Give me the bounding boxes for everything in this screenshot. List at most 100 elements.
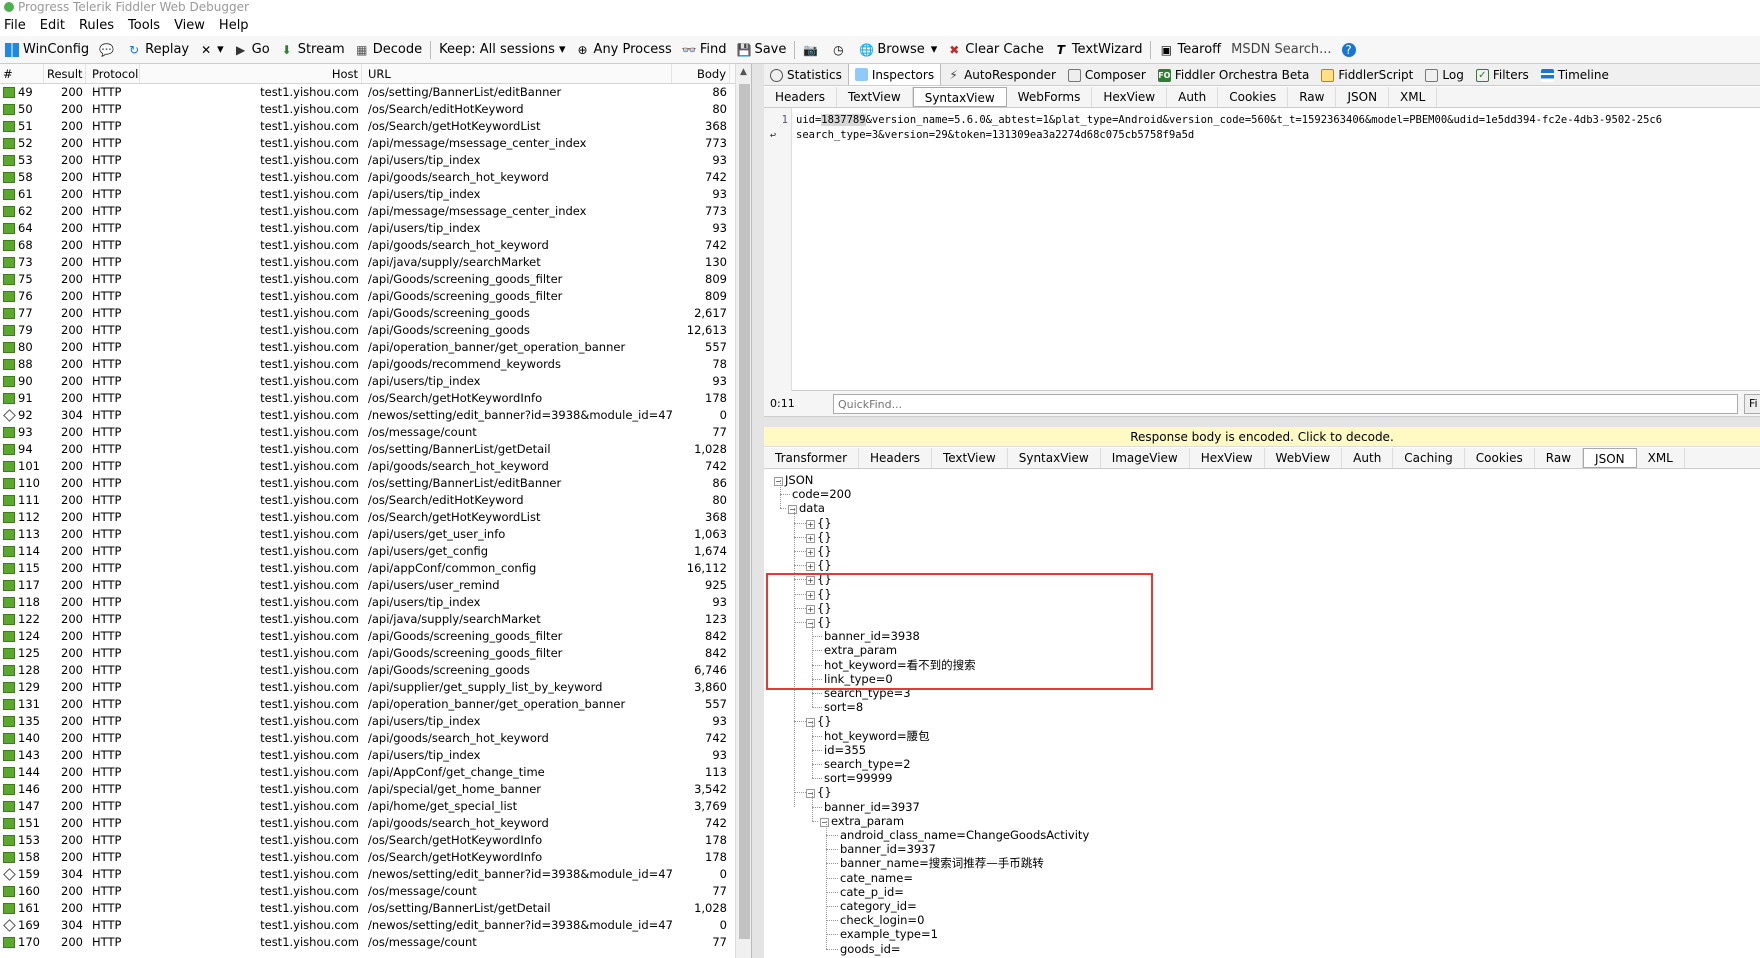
resp-tab-imageview[interactable]: ImageView — [1101, 448, 1190, 468]
collapse-toggle-icon[interactable]: − — [774, 477, 783, 486]
session-row[interactable]: 159 304 HTTP test1.yishou.com/newos/setting… — [0, 866, 751, 883]
resp-tab-cookies[interactable]: Cookies — [1465, 448, 1535, 468]
req-tab-headers[interactable]: Headers — [764, 87, 837, 107]
collapse-toggle-icon[interactable]: − — [820, 817, 829, 827]
session-row[interactable]: 153 200 HTTP test1.yishou.com/os/Search/get… — [0, 832, 751, 849]
sessions-scrollbar[interactable]: ▲ — [735, 64, 751, 958]
session-row[interactable]: 129 200 HTTP test1.yishou.com/api/supplier/… — [0, 679, 751, 696]
resp-tab-raw[interactable]: Raw — [1535, 448, 1584, 468]
session-row[interactable]: 110 200 HTTP test1.yishou.com/os/setting/Ba… — [0, 475, 751, 492]
session-row[interactable]: 114 200 HTTP test1.yishou.com/api/users/get… — [0, 543, 751, 560]
tab-statistics[interactable]: Statistics — [764, 65, 848, 85]
expand-toggle-icon[interactable]: + — [806, 576, 815, 586]
tearoff-button[interactable]: ▣ Tearoff — [1154, 38, 1226, 62]
collapse-toggle-icon[interactable]: − — [788, 505, 797, 515]
browse-button[interactable]: 🌐 Browse ▾ — [854, 38, 942, 62]
session-row[interactable]: 112 200 HTTP test1.yishou.com/os/Search/get… — [0, 509, 751, 526]
session-row[interactable]: 140 200 HTTP test1.yishou.com/api/goods/sea… — [0, 730, 751, 747]
session-row[interactable]: 73 200 HTTP test1.yishou.com/api/java/suppl… — [0, 254, 751, 271]
tab-log[interactable]: Log — [1419, 65, 1469, 85]
session-row[interactable]: 61 200 HTTP test1.yishou.com/api/users/tip_… — [0, 186, 751, 203]
session-row[interactable]: 92 304 HTTP test1.yishou.com/newos/setting/… — [0, 407, 751, 424]
session-row[interactable]: 161 200 HTTP test1.yishou.com/os/setting/Ba… — [0, 900, 751, 917]
column-result[interactable]: Result — [44, 64, 86, 83]
scrollbar-thumb[interactable] — [739, 84, 750, 939]
remove-button[interactable]: ✕ ▾ — [194, 38, 229, 62]
resp-tab-json[interactable]: JSON — [1583, 448, 1637, 468]
column-url[interactable]: URL — [362, 64, 672, 83]
resp-tab-caching[interactable]: Caching — [1393, 448, 1465, 468]
clear-cache-button[interactable]: ✖ Clear Cache — [942, 38, 1049, 62]
session-row[interactable]: 53 200 HTTP test1.yishou.com/api/users/tip_… — [0, 152, 751, 169]
collapse-toggle-icon[interactable]: − — [806, 619, 815, 628]
session-row[interactable]: 80 200 HTTP test1.yishou.com/api/operation_… — [0, 339, 751, 356]
session-row[interactable]: 76 200 HTTP test1.yishou.com/api/Goods/scre… — [0, 288, 751, 305]
session-row[interactable]: 94 200 HTTP test1.yishou.com/os/setting/Ban… — [0, 441, 751, 458]
expand-toggle-icon[interactable]: + — [806, 604, 815, 614]
resp-tab-xml[interactable]: XML — [1637, 448, 1685, 468]
stream-button[interactable]: ⬇ Stream — [275, 38, 350, 62]
session-row[interactable]: 49 200 HTTP test1.yishou.com/os/setting/Ban… — [0, 84, 751, 101]
request-body-editor[interactable]: 1 ↩ uid=1837789&version_name=5.6.0&_abte… — [764, 108, 1760, 391]
replay-button[interactable]: ↻ Replay — [122, 38, 194, 62]
req-tab-xml[interactable]: XML — [1389, 87, 1438, 107]
textwizard-button[interactable]: T TextWizard — [1049, 38, 1148, 62]
quickfind-input[interactable] — [833, 394, 1738, 414]
menu-view[interactable]: View — [174, 18, 205, 33]
save-button[interactable]: 💾 Save — [731, 38, 791, 62]
req-tab-raw[interactable]: Raw — [1288, 87, 1337, 107]
tab-fiddlerscript[interactable]: FiddlerScript — [1315, 65, 1419, 85]
collapse-toggle-icon[interactable]: − — [806, 718, 815, 728]
expand-toggle-icon[interactable]: + — [806, 533, 815, 543]
session-row[interactable]: 158 200 HTTP test1.yishou.com/os/Search/get… — [0, 849, 751, 866]
session-row[interactable]: 151 200 HTTP test1.yishou.com/api/goods/sea… — [0, 815, 751, 832]
help-button[interactable]: ? — [1337, 38, 1365, 62]
tab-composer[interactable]: Composer — [1062, 65, 1152, 85]
expand-toggle-icon[interactable]: + — [806, 590, 815, 600]
comment-button[interactable]: 💬 — [94, 38, 122, 62]
req-tab-webforms[interactable]: WebForms — [1007, 87, 1093, 107]
session-row[interactable]: 75 200 HTTP test1.yishou.com/api/Goods/scre… — [0, 271, 751, 288]
req-tab-hexview[interactable]: HexView — [1092, 87, 1168, 107]
resp-tab-auth[interactable]: Auth — [1342, 448, 1394, 468]
timer-button[interactable]: ◷ — [826, 38, 854, 62]
scroll-up-icon[interactable]: ▲ — [740, 67, 747, 77]
session-row[interactable]: 144 200 HTTP test1.yishou.com/api/AppConf/g… — [0, 764, 751, 781]
go-button[interactable]: ▶ Go — [229, 38, 275, 62]
session-row[interactable]: 90 200 HTTP test1.yishou.com/api/users/tip_… — [0, 373, 751, 390]
session-row[interactable]: 128 200 HTTP test1.yishou.com/api/Goods/scr… — [0, 662, 751, 679]
vertical-splitter[interactable] — [752, 64, 764, 958]
session-row[interactable]: 135 200 HTTP test1.yishou.com/api/users/tip… — [0, 713, 751, 730]
session-row[interactable]: 122 200 HTTP test1.yishou.com/api/java/supp… — [0, 611, 751, 628]
resp-tab-syntaxview[interactable]: SyntaxView — [1008, 448, 1101, 468]
session-row[interactable]: 146 200 HTTP test1.yishou.com/api/special/g… — [0, 781, 751, 798]
session-row[interactable]: 50 200 HTTP test1.yishou.com/os/Search/edit… — [0, 101, 751, 118]
msdn-search-box[interactable]: MSDN Search... — [1226, 38, 1336, 62]
resp-tab-transformer[interactable]: Transformer — [764, 448, 860, 468]
session-row[interactable]: 68 200 HTTP test1.yishou.com/api/goods/sear… — [0, 237, 751, 254]
find-next-button[interactable]: Fi — [1744, 394, 1760, 414]
expand-toggle-icon[interactable]: + — [806, 548, 815, 557]
session-row[interactable]: 143 200 HTTP test1.yishou.com/api/users/tip… — [0, 747, 751, 764]
session-row[interactable]: 170 200 HTTP test1.yishou.com/os/message/co… — [0, 934, 751, 951]
session-row[interactable]: 58 200 HTTP test1.yishou.com/api/goods/sear… — [0, 169, 751, 186]
winconfig-button[interactable]: WinConfig — [0, 38, 94, 62]
session-row[interactable]: 124 200 HTTP test1.yishou.com/api/Goods/scr… — [0, 628, 751, 645]
session-row[interactable]: 52 200 HTTP test1.yishou.com/api/message/ms… — [0, 135, 751, 152]
menu-rules[interactable]: Rules — [79, 18, 114, 33]
tab-fiddler-orchestra[interactable]: FO Fiddler Orchestra Beta — [1152, 65, 1316, 85]
resp-tab-textview[interactable]: TextView — [932, 448, 1008, 468]
tab-autoresponder[interactable]: ⚡ AutoResponder — [941, 65, 1062, 85]
menu-tools[interactable]: Tools — [128, 18, 160, 33]
menu-edit[interactable]: Edit — [40, 18, 65, 33]
session-row[interactable]: 77 200 HTTP test1.yishou.com/api/Goods/scre… — [0, 305, 751, 322]
req-tab-syntaxview[interactable]: SyntaxView — [912, 87, 1007, 107]
decode-button[interactable]: ▦ Decode — [350, 38, 427, 62]
session-row[interactable]: 51 200 HTTP test1.yishou.com/os/Search/getH… — [0, 118, 751, 135]
column-number[interactable]: # — [0, 64, 44, 83]
session-row[interactable]: 160 200 HTTP test1.yishou.com/os/message/co… — [0, 883, 751, 900]
column-body[interactable]: Body — [672, 64, 730, 83]
session-row[interactable]: 64 200 HTTP test1.yishou.com/api/users/tip_… — [0, 220, 751, 237]
menu-file[interactable]: File — [4, 18, 26, 33]
req-tab-json[interactable]: JSON — [1336, 87, 1390, 107]
